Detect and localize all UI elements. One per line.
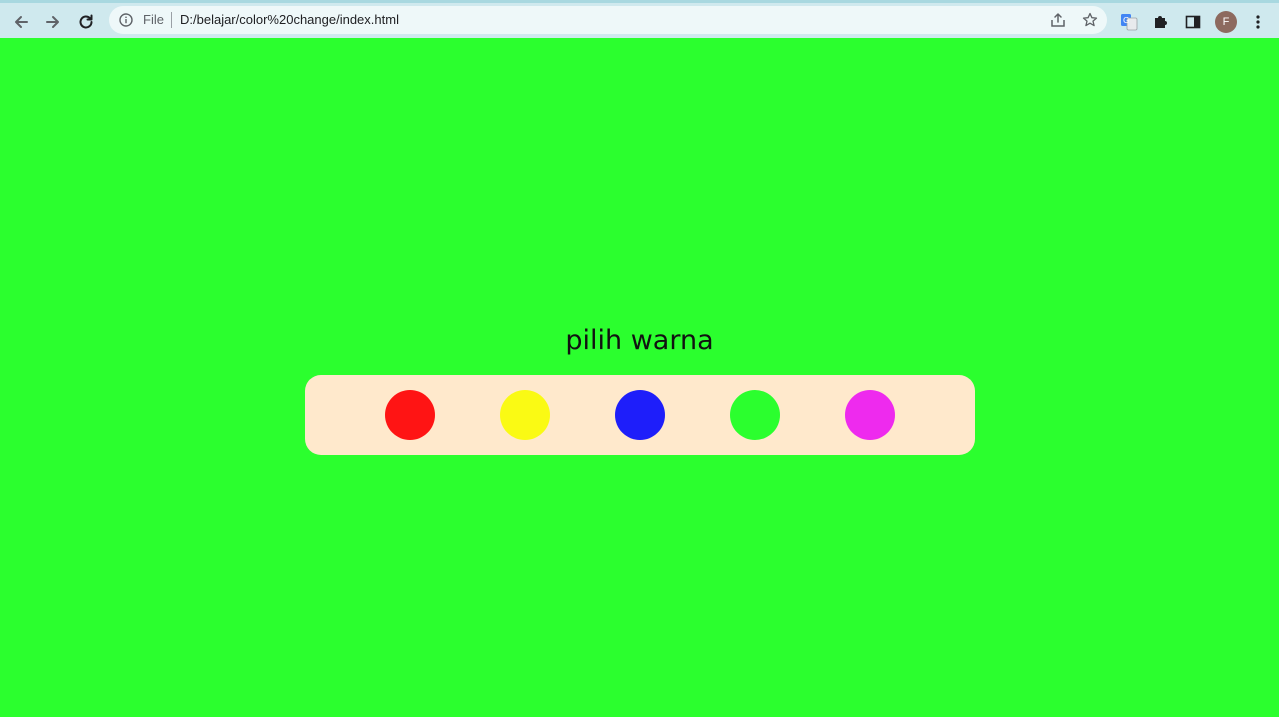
translate-extension-button[interactable]: G — [1117, 10, 1141, 34]
color-swatch-green[interactable] — [730, 390, 780, 440]
color-swatch-magenta[interactable] — [845, 390, 895, 440]
info-icon[interactable] — [119, 13, 133, 27]
url-text[interactable]: D:/belajar/color%20change/index.html — [180, 12, 399, 27]
file-label: File — [143, 12, 164, 27]
back-button[interactable] — [8, 9, 34, 35]
svg-text:G: G — [1123, 16, 1129, 25]
color-swatch-yellow[interactable] — [500, 390, 550, 440]
forward-button[interactable] — [40, 9, 66, 35]
side-panel-button[interactable] — [1181, 10, 1205, 34]
reload-icon — [79, 14, 93, 29]
share-button[interactable] — [1048, 10, 1068, 30]
back-arrow-icon — [15, 16, 28, 28]
address-separator — [171, 12, 172, 28]
color-picker-panel — [305, 375, 975, 455]
puzzle-icon — [1155, 16, 1167, 28]
browser-toolbar: File D:/belajar/color%20change/index.htm… — [0, 0, 1279, 38]
more-vertical-icon — [1256, 15, 1260, 29]
page-viewport: pilih warna — [0, 38, 1279, 717]
share-icon — [1051, 12, 1065, 27]
color-swatch-blue[interactable] — [615, 390, 665, 440]
color-swatch-red[interactable] — [385, 390, 435, 440]
profile-avatar[interactable]: F — [1215, 11, 1237, 33]
translate-icon: G — [1121, 14, 1138, 31]
bookmark-button[interactable] — [1080, 10, 1100, 30]
reload-button[interactable] — [73, 9, 99, 35]
star-icon — [1082, 12, 1098, 27]
side-panel-icon — [1185, 15, 1201, 29]
page-title: pilih warna — [565, 325, 714, 356]
forward-arrow-icon — [46, 16, 59, 28]
menu-button[interactable] — [1246, 10, 1270, 34]
extensions-button[interactable] — [1149, 10, 1173, 34]
address-bar[interactable]: File D:/belajar/color%20change/index.htm… — [109, 6, 1107, 34]
